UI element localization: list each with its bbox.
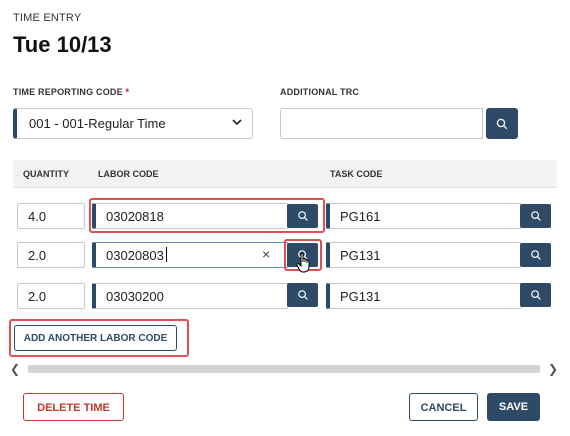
required-mark: * [125, 87, 130, 97]
task-code-search-button[interactable] [520, 243, 551, 267]
task-code-input[interactable]: PG131 [326, 283, 522, 309]
delete-time-button[interactable]: DELETE TIME [23, 393, 124, 421]
cancel-button[interactable]: CANCEL [409, 393, 478, 421]
quantity-column-header: QUANTITY [23, 169, 69, 179]
eyebrow-label: TIME ENTRY [13, 12, 82, 24]
labor-code-column-header: LABOR CODE [98, 169, 159, 179]
task-code-search-button[interactable] [520, 204, 551, 228]
search-icon [530, 211, 541, 221]
labor-grid-header: QUANTITY LABOR CODE TASK CODE [13, 160, 557, 188]
labor-code-input[interactable]: 03030200 [92, 283, 288, 309]
trc-select-value: 001 - 001-Regular Time [29, 116, 166, 131]
trc-label: TIME REPORTING CODE * [13, 87, 129, 97]
quantity-input[interactable]: 2.0 [17, 283, 85, 309]
search-icon [530, 290, 541, 300]
scroll-right-icon[interactable]: ❯ [548, 362, 558, 376]
search-icon [530, 250, 541, 260]
trc-select[interactable]: 001 - 001-Regular Time [13, 108, 253, 139]
chevron-down-icon [232, 119, 242, 126]
task-code-column-header: TASK CODE [330, 169, 383, 179]
trc-label-text: TIME REPORTING CODE [13, 87, 123, 97]
labor-code-value: 03020803 [106, 248, 164, 263]
additional-trc-input[interactable] [280, 108, 483, 139]
add-labor-code-button[interactable]: ADD ANOTHER LABOR CODE [14, 325, 177, 351]
save-button[interactable]: SAVE [487, 393, 540, 421]
labor-code-input-active[interactable]: 03020803 [92, 242, 288, 268]
hand-cursor-icon [296, 252, 310, 273]
task-code-input[interactable]: PG161 [326, 203, 522, 229]
task-code-input[interactable]: PG131 [326, 242, 522, 268]
scrollbar-thumb[interactable] [28, 365, 540, 373]
task-code-search-button[interactable] [520, 283, 551, 307]
horizontal-scrollbar[interactable]: ❮ ❯ [0, 362, 570, 376]
search-icon [496, 118, 508, 129]
quantity-input[interactable]: 4.0 [17, 203, 85, 229]
labor-code-search-button[interactable] [287, 283, 318, 307]
quantity-input[interactable]: 2.0 [17, 242, 85, 268]
search-icon [297, 290, 308, 300]
labor-code-input[interactable]: 03020818 [92, 203, 288, 229]
scroll-left-icon[interactable]: ❮ [10, 362, 20, 376]
page-title: Tue 10/13 [13, 32, 112, 57]
clear-icon[interactable]: × [262, 246, 270, 262]
additional-trc-label: ADDITIONAL TRC [280, 87, 360, 97]
text-caret [166, 247, 167, 262]
additional-trc-search-button[interactable] [486, 108, 518, 139]
search-icon [297, 211, 308, 221]
labor-code-search-button[interactable] [287, 204, 318, 228]
